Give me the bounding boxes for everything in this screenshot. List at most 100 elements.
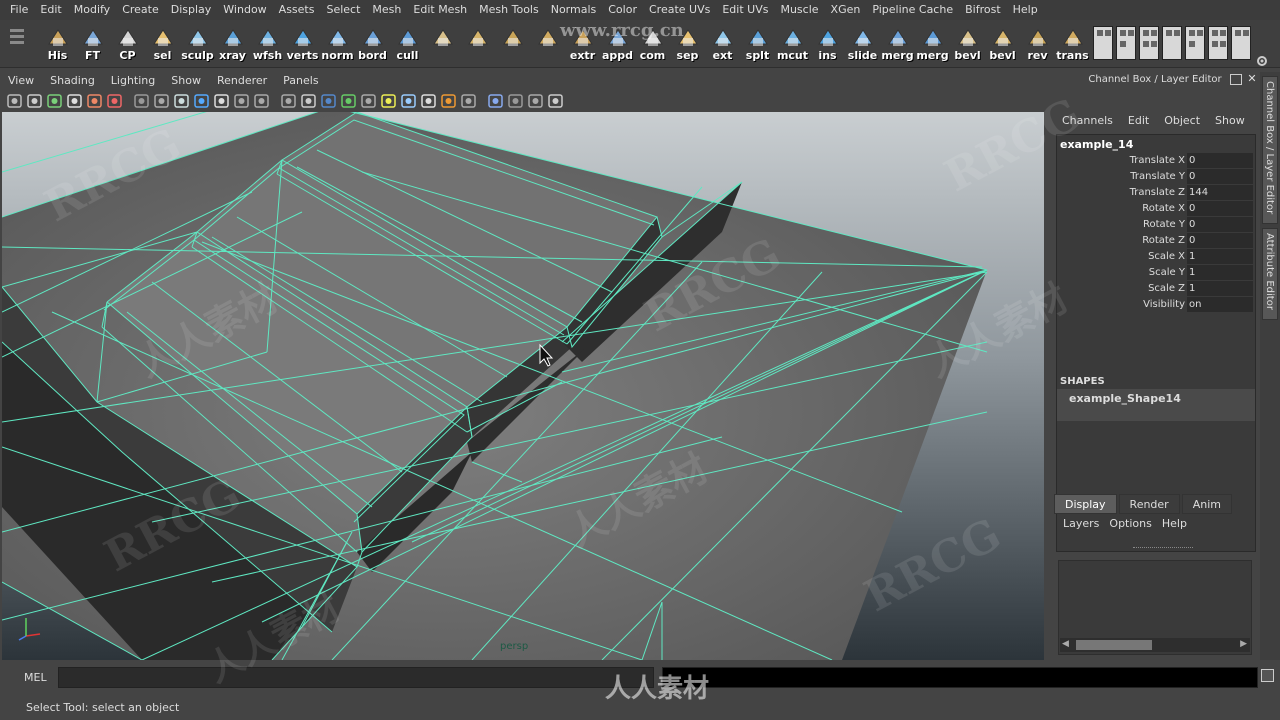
grease-pencil-icon[interactable]: [106, 93, 123, 109]
shape-item[interactable]: example_Shape14: [1057, 389, 1255, 421]
viewport-menu-shading[interactable]: Shading: [42, 72, 103, 90]
anti-alias-icon[interactable]: [440, 93, 457, 109]
shelf-tool-button[interactable]: [425, 24, 460, 64]
menu-mesh[interactable]: Mesh: [366, 0, 407, 20]
gear-icon[interactable]: [1255, 54, 1269, 68]
viewport-menu-lighting[interactable]: Lighting: [103, 72, 163, 90]
attr-value[interactable]: 0: [1187, 217, 1253, 232]
shelf-tool-xray[interactable]: xray: [215, 24, 250, 64]
menu-muscle[interactable]: Muscle: [774, 0, 824, 20]
attr-row-scale-y[interactable]: Scale Y1: [1057, 265, 1255, 281]
image-plane-icon[interactable]: [66, 93, 83, 109]
safe-action-icon[interactable]: [233, 93, 250, 109]
three-pane-icon[interactable]: [1185, 26, 1205, 60]
field-chart-icon[interactable]: [213, 93, 230, 109]
shelf-tool-bord[interactable]: bord: [355, 24, 390, 64]
shelf-tool-ext[interactable]: ext: [705, 24, 740, 64]
menu-color[interactable]: Color: [602, 0, 643, 20]
shelf-tab-menu-icon[interactable]: [6, 26, 30, 62]
shelf-tool-mcut[interactable]: mcut: [775, 24, 810, 64]
attr-row-translate-y[interactable]: Translate Y0: [1057, 169, 1255, 185]
attr-value[interactable]: 144: [1187, 185, 1253, 200]
safe-title-icon[interactable]: [253, 93, 270, 109]
menu-create-uvs[interactable]: Create UVs: [643, 0, 716, 20]
float-panel-icon[interactable]: [1230, 74, 1242, 85]
shelf-tool-merg[interactable]: merg: [880, 24, 915, 64]
menu-mesh-tools[interactable]: Mesh Tools: [473, 0, 545, 20]
shadows-icon[interactable]: [380, 93, 397, 109]
shelf-tool-splt[interactable]: splt: [740, 24, 775, 64]
menu-modify[interactable]: Modify: [68, 0, 116, 20]
shelf-tool-trans[interactable]: trans: [1055, 24, 1090, 64]
menu-pipeline-cache[interactable]: Pipeline Cache: [866, 0, 959, 20]
four-pane-icon[interactable]: [1116, 26, 1136, 60]
viewport-menu-panels[interactable]: Panels: [275, 72, 326, 90]
shelf-tool-sculp[interactable]: sculp: [180, 24, 215, 64]
wireframe-on-shaded-icon[interactable]: [320, 93, 337, 109]
menu-file[interactable]: File: [4, 0, 34, 20]
wireframe-icon[interactable]: [280, 93, 297, 109]
viewport-menu-view[interactable]: View: [0, 72, 42, 90]
shelf-tool-slide[interactable]: slide: [845, 24, 880, 64]
camera-attrs-icon[interactable]: [26, 93, 43, 109]
persp-outliner-icon[interactable]: [1231, 26, 1251, 60]
single-pane-icon[interactable]: [1093, 26, 1113, 60]
gate-mask-icon[interactable]: [193, 93, 210, 109]
xray-joints-icon[interactable]: [507, 93, 524, 109]
shelf-tool-button[interactable]: [495, 24, 530, 64]
attr-value[interactable]: 1: [1187, 281, 1253, 296]
scroll-right-icon[interactable]: ▶: [1240, 639, 1247, 649]
depth-of-field-icon[interactable]: [460, 93, 477, 109]
shelf-tool-bevl[interactable]: bevl: [950, 24, 985, 64]
bookmark-icon[interactable]: [46, 93, 63, 109]
scroll-left-icon[interactable]: ◀: [1062, 639, 1069, 649]
attr-row-translate-z[interactable]: Translate Z 144: [1057, 185, 1255, 201]
select-camera-icon[interactable]: [6, 93, 23, 109]
menu-edit-mesh[interactable]: Edit Mesh: [407, 0, 473, 20]
motion-blur-icon[interactable]: [420, 93, 437, 109]
close-icon[interactable]: ✕: [1246, 73, 1258, 85]
shelf-tool-appd[interactable]: appd: [600, 24, 635, 64]
shelf-tool-extr[interactable]: extr: [565, 24, 600, 64]
shelf-tool-com[interactable]: com: [635, 24, 670, 64]
layer-menu-layers[interactable]: Layers: [1058, 517, 1104, 531]
attr-value[interactable]: 0: [1187, 153, 1253, 168]
menu-edit-uvs[interactable]: Edit UVs: [716, 0, 774, 20]
two-pane-side-icon[interactable]: [1139, 26, 1159, 60]
menu-create[interactable]: Create: [116, 0, 165, 20]
attr-row-visibility[interactable]: Visibility on: [1057, 297, 1255, 313]
ambient-occlusion-icon[interactable]: [400, 93, 417, 109]
xray-components-icon[interactable]: [527, 93, 544, 109]
grid-icon[interactable]: [133, 93, 150, 109]
menu-edit[interactable]: Edit: [34, 0, 67, 20]
attr-row-rotate-z[interactable]: Rotate Z0: [1057, 233, 1255, 249]
shelf-tool-ft[interactable]: FT: [75, 24, 110, 64]
shelf-tool-button[interactable]: [530, 24, 565, 64]
viewport-menu-show[interactable]: Show: [163, 72, 209, 90]
attr-value[interactable]: on: [1187, 297, 1253, 312]
attr-value[interactable]: 0: [1187, 201, 1253, 216]
film-gate-icon[interactable]: [153, 93, 170, 109]
panel-splitter[interactable]: [1133, 547, 1193, 551]
shelf-tool-cp[interactable]: CP: [110, 24, 145, 64]
attr-row-translate-x[interactable]: Translate X0: [1057, 153, 1255, 169]
layer-menu-options[interactable]: Options: [1104, 517, 1156, 531]
backface-icon[interactable]: [547, 93, 564, 109]
menu-xgen[interactable]: XGen: [825, 0, 867, 20]
tab-attribute-editor[interactable]: Attribute Editor: [1262, 228, 1278, 320]
menu-window[interactable]: Window: [217, 0, 272, 20]
attr-value[interactable]: 0: [1187, 233, 1253, 248]
channel-menu-object[interactable]: Object: [1158, 114, 1206, 128]
smooth-shade-icon[interactable]: [300, 93, 317, 109]
menu-help[interactable]: Help: [1007, 0, 1044, 20]
mel-input[interactable]: [58, 667, 654, 688]
two-pane-stacked-icon[interactable]: [1162, 26, 1182, 60]
horizontal-scrollbar[interactable]: ◀ ▶: [1060, 638, 1250, 652]
tab-anim[interactable]: Anim: [1181, 494, 1232, 514]
attr-row-rotate-x[interactable]: Rotate X0: [1057, 201, 1255, 217]
shelf-tool-bevl[interactable]: bevl: [985, 24, 1020, 64]
resolution-gate-icon[interactable]: [173, 93, 190, 109]
channel-menu-show[interactable]: Show: [1209, 114, 1251, 128]
shelf-tool-cull[interactable]: cull: [390, 24, 425, 64]
tab-display[interactable]: Display: [1054, 494, 1117, 514]
